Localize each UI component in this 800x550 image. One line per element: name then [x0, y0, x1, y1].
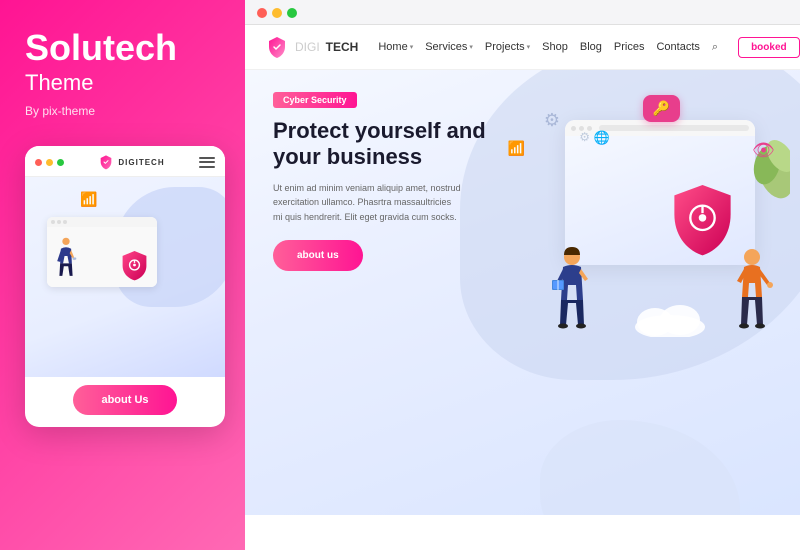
- cloud-svg-1: [630, 302, 710, 337]
- about-us-button[interactable]: about us: [273, 240, 363, 271]
- person-right-hero: [730, 245, 775, 350]
- nav-contacts[interactable]: Contacts: [656, 41, 699, 53]
- site-navbar: DIGI TECH Home ▾ Services ▾ Projects ▾ Sh…: [245, 25, 800, 70]
- cyber-security-badge: Cyber Security: [273, 92, 357, 108]
- browser-dot-green: [287, 8, 297, 18]
- person-man-svg: [730, 245, 775, 345]
- mobile-logo: DIGITECH: [98, 154, 164, 170]
- person-left-hero: [550, 245, 595, 350]
- logo-tech: TECH: [326, 40, 359, 54]
- cloud-1: [630, 302, 710, 342]
- dot-yellow: [46, 159, 53, 166]
- hero-text-col: Cyber Security Protect yourself and your…: [273, 90, 503, 271]
- person-left-mobile: [55, 230, 77, 285]
- browser-chrome: [245, 0, 800, 25]
- hero-section: Cyber Security Protect yourself and your…: [245, 70, 800, 550]
- gear-icon-small: ⚙: [579, 130, 590, 144]
- mobile-logo-shield-icon: [98, 154, 114, 170]
- globe-icon: 🌐: [594, 130, 610, 146]
- browser-dot-yellow: [272, 8, 282, 18]
- hero-heading: Protect yourself and your business: [273, 118, 503, 171]
- booked-button[interactable]: booked: [738, 37, 800, 58]
- search-icon[interactable]: ⌕: [712, 41, 718, 54]
- mobile-illustration: [37, 197, 213, 347]
- shield-in-hero-browser: [665, 180, 740, 265]
- browser-dots-row: [257, 8, 788, 18]
- hero-illustration: ⚙ ⚙ 📶 🔑 🌐 👁: [480, 80, 790, 360]
- right-panel: DIGI TECH Home ▾ Services ▾ Projects ▾ Sh…: [245, 0, 800, 550]
- mobile-mockup: DIGITECH 📶: [25, 146, 225, 427]
- browser-mini-bar: [47, 217, 157, 227]
- mobile-about-us-button[interactable]: about Us: [73, 385, 176, 415]
- person-woman-svg: [550, 245, 595, 345]
- plant-deco: [735, 120, 790, 215]
- nav-services[interactable]: Services ▾: [425, 41, 473, 53]
- brand-subtitle: Theme: [25, 70, 93, 96]
- nav-shop[interactable]: Shop: [542, 41, 568, 53]
- logo-digi: DIGI: [295, 40, 320, 54]
- eye-icon: 👁: [752, 140, 775, 161]
- gear-icon-large: ⚙: [544, 110, 560, 131]
- nav-links: Home ▾ Services ▾ Projects ▾ Shop Blog P…: [378, 41, 718, 54]
- wifi-icon: 📶: [508, 140, 525, 157]
- nav-home[interactable]: Home ▾: [378, 41, 413, 53]
- dot-red: [35, 159, 42, 166]
- mobile-content: 📶: [25, 177, 225, 377]
- site-logo-shield-icon: [265, 35, 289, 59]
- browser-dot-red: [257, 8, 267, 18]
- browser-mini: [47, 217, 157, 287]
- brand-by: By pix-theme: [25, 104, 95, 118]
- nav-prices[interactable]: Prices: [614, 41, 645, 53]
- left-panel: Solutech Theme By pix-theme: [0, 0, 245, 550]
- brand-title: Solutech: [25, 30, 177, 66]
- shield-in-browser: [117, 245, 152, 285]
- nav-blog[interactable]: Blog: [580, 41, 602, 53]
- site-logo: DIGI TECH: [265, 35, 358, 59]
- dot-green: [57, 159, 64, 166]
- bottom-white-area: [245, 515, 800, 550]
- mobile-hamburger-icon[interactable]: [199, 157, 215, 168]
- mobile-dots: [35, 159, 64, 166]
- plant-svg: [735, 120, 790, 210]
- mobile-logo-text: DIGITECH: [118, 158, 164, 167]
- nav-projects[interactable]: Projects ▾: [485, 41, 530, 53]
- mobile-top-bar: DIGITECH: [25, 146, 225, 177]
- hero-body-text: Ut enim ad minim veniam aliquip amet, no…: [273, 181, 463, 224]
- key-badge: 🔑: [643, 95, 680, 122]
